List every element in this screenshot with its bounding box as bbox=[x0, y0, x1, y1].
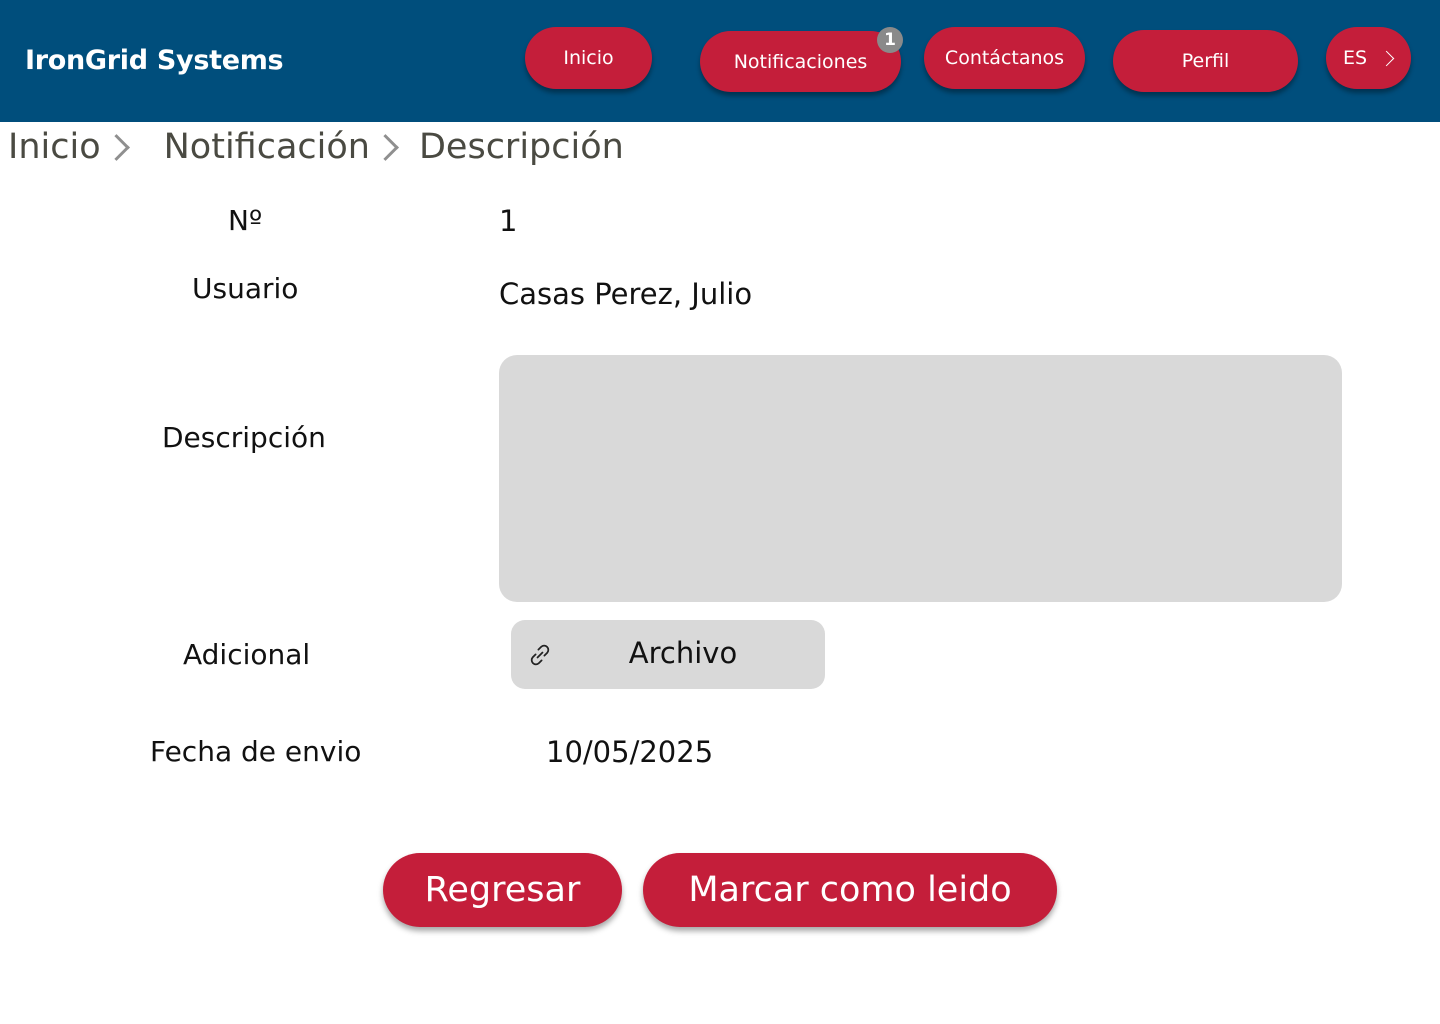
breadcrumb-item-notificacion[interactable]: Notificación bbox=[164, 127, 370, 167]
regresar-label: Regresar bbox=[424, 870, 581, 910]
top-navigation-bar: IronGrid Systems Inicio Notificaciones 1… bbox=[0, 0, 1440, 122]
regresar-button[interactable]: Regresar bbox=[383, 853, 622, 927]
usuario-label: Usuario bbox=[192, 272, 299, 305]
nav-perfil-label: Perfil bbox=[1181, 50, 1230, 72]
descripcion-label: Descripción bbox=[162, 421, 326, 454]
nav-inicio-button[interactable]: Inicio bbox=[525, 27, 652, 89]
numero-label: Nº bbox=[228, 204, 263, 237]
language-selector[interactable]: ES bbox=[1326, 27, 1411, 89]
nav-notificaciones-label: Notificaciones bbox=[733, 50, 868, 73]
marcar-leido-button[interactable]: Marcar como leido bbox=[643, 853, 1057, 927]
adicional-label: Adicional bbox=[183, 638, 311, 671]
notification-count-badge: 1 bbox=[877, 27, 903, 53]
archivo-attachment-button[interactable]: Archivo bbox=[511, 620, 825, 689]
chevron-right-icon bbox=[372, 133, 399, 161]
breadcrumb: Inicio Notificación Descripción bbox=[8, 124, 624, 170]
breadcrumb-item-descripcion: Descripción bbox=[418, 127, 624, 167]
nav-inicio-label: Inicio bbox=[563, 47, 614, 69]
chevron-right-icon bbox=[1378, 50, 1395, 66]
fecha-envio-label: Fecha de envio bbox=[150, 735, 362, 768]
marcar-leido-label: Marcar como leido bbox=[688, 870, 1012, 910]
usuario-value: Casas Perez, Julio bbox=[499, 277, 753, 311]
nav-perfil-button[interactable]: Perfil bbox=[1113, 30, 1298, 92]
archivo-label: Archivo bbox=[628, 636, 738, 670]
nav-contactanos-button[interactable]: Contáctanos bbox=[924, 27, 1085, 89]
numero-value: 1 bbox=[499, 204, 518, 238]
language-label: ES bbox=[1343, 47, 1368, 69]
nav-contactanos-label: Contáctanos bbox=[944, 47, 1065, 69]
descripcion-field bbox=[499, 355, 1342, 602]
brand-name: IronGrid Systems bbox=[25, 45, 284, 76]
chevron-right-icon bbox=[102, 133, 130, 161]
fecha-envio-value: 10/05/2025 bbox=[546, 735, 714, 769]
nav-notificaciones-button[interactable]: Notificaciones bbox=[700, 31, 901, 92]
breadcrumb-item-inicio[interactable]: Inicio bbox=[8, 127, 101, 167]
